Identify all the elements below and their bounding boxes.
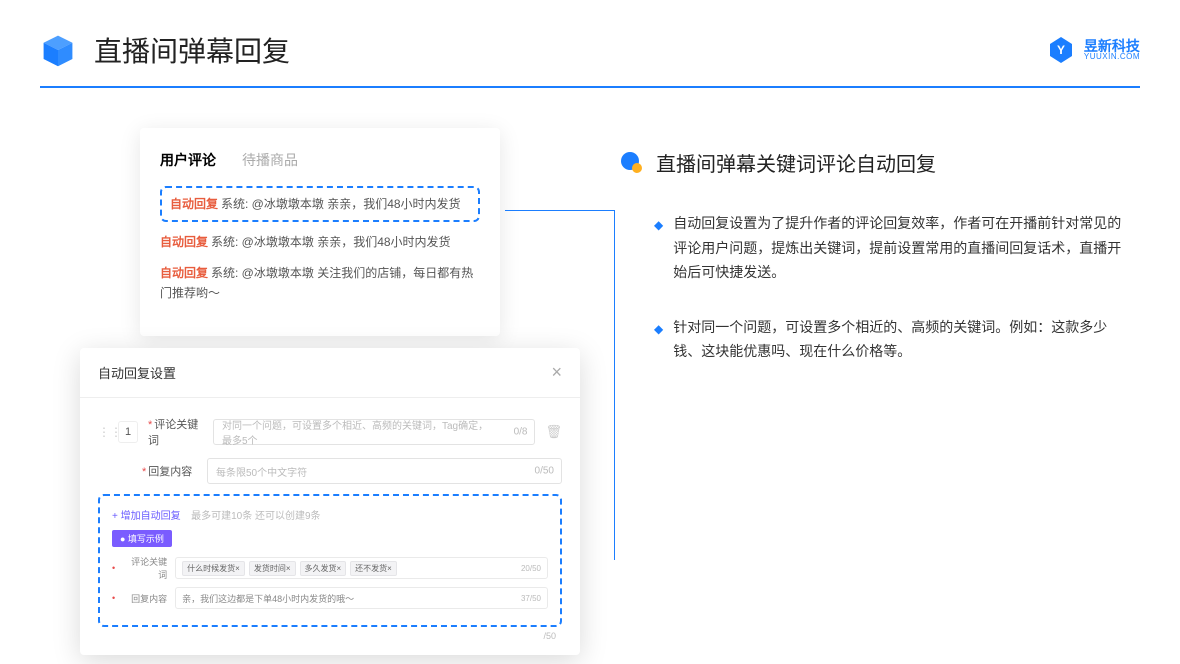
delete-icon[interactable]: 🗑 [545,424,562,440]
highlighted-comment: 自动回复系统: @冰墩墩本墩 亲亲，我们48小时内发货 [160,186,480,222]
content-field-wrap: 每条限50个中文字符 0/50 [207,458,562,484]
ex-ct-field[interactable]: 亲，我们这边都是下单48小时内发货的哦～ 37/50 [175,587,548,609]
ex-kw-counter: 20/50 [521,564,541,573]
add-hint: 最多可建10条 还可以创建9条 [191,511,320,522]
add-reply-row: + 增加自动回复 最多可建10条 还可以创建9条 [112,506,548,524]
keyword-counter: 0/8 [514,427,528,438]
tab-user-comments[interactable]: 用户评论 [160,150,216,170]
close-icon[interactable]: × [551,362,562,383]
comments-tabs: 用户评论 待播商品 [160,150,480,170]
bullet-item: ◆ 自动回复设置为了提升作者的评论回复效率，作者可在开播前针对常见的评论用户问题… [620,211,1130,285]
header-left: 直播间弹幕回复 [40,30,290,70]
auto-reply-tag: 自动回复 [170,197,218,211]
keyword-field-wrap: 对同一个问题，可设置多个相近、高频的关键词，Tag确定，最多5个 0/8 [213,419,535,445]
ex-kw-label: 评论关键词 [123,555,167,581]
comment-text: 系统: @冰墩墩本墩 亲亲，我们48小时内发货 [211,235,451,249]
main-content: 用户评论 待播商品 自动回复系统: @冰墩墩本墩 亲亲，我们48小时内发货 自动… [0,88,1180,394]
page-title: 直播间弹幕回复 [94,30,290,70]
bullet-item: ◆ 针对同一个问题，可设置多个相近的、高频的关键词。例如：这款多少钱、这块能优惠… [620,315,1130,364]
content-label: *回复内容 [142,463,197,479]
example-content-row: • 回复内容 亲，我们这边都是下单48小时内发货的哦～ 37/50 [112,587,548,609]
outer-counter: /50 [98,627,562,641]
brand-name-cn: 昱新科技 [1084,39,1140,53]
comment-row: 自动回复系统: @冰墩墩本墩 亲亲，我们48小时内发货 [170,194,470,214]
ex-tag[interactable]: 还不发货× [350,561,397,576]
logo-mark-icon: Y [1046,35,1076,65]
ex-tag[interactable]: 多久发货× [300,561,347,576]
section-head: 直播间弹幕关键词评论自动回复 [620,148,1130,177]
tab-pending-products[interactable]: 待播商品 [242,150,298,170]
right-column: 直播间弹幕关键词评论自动回复 ◆ 自动回复设置为了提升作者的评论回复效率，作者可… [620,128,1130,394]
brand-name-en: YUUXIN.COM [1084,53,1140,61]
example-badge: ● 填写示例 [112,530,172,547]
add-auto-reply-link[interactable]: + 增加自动回复 [112,511,181,522]
keyword-input[interactable]: 对同一个问题，可设置多个相近、高频的关键词，Tag确定，最多5个 [213,419,535,445]
ex-kw-field[interactable]: 什么时候发货× 发货时间× 多久发货× 还不发货× 20/50 [175,557,548,579]
comment-row: 自动回复系统: @冰墩墩本墩 亲亲，我们48小时内发货 [160,232,480,252]
svg-text:Y: Y [1057,43,1065,57]
drag-handle-icon[interactable]: ⋮⋮ [98,425,108,439]
brand-logo: Y 昱新科技 YUUXIN.COM [1046,35,1140,65]
ex-tag[interactable]: 什么时候发货× [182,561,245,576]
bullet-dot-icon: ◆ [654,215,663,285]
logo-text: 昱新科技 YUUXIN.COM [1084,39,1140,61]
chat-bubble-icon [620,151,644,175]
cube-icon [40,32,76,68]
settings-header: 自动回复设置 × [80,348,580,398]
auto-reply-tag: 自动回复 [160,266,208,280]
settings-title: 自动回复设置 [98,363,176,382]
ex-ct-counter: 37/50 [521,594,541,603]
comment-row: 自动回复系统: @冰墩墩本墩 关注我们的店铺，每日都有热门推荐哟～ [160,263,480,304]
example-highlight-box: + 增加自动回复 最多可建10条 还可以创建9条 ● 填写示例 • 评论关键词 … [98,494,562,627]
page-header: 直播间弹幕回复 Y 昱新科技 YUUXIN.COM [0,0,1180,70]
settings-body: ⋮⋮ 1 *评论关键词 对同一个问题，可设置多个相近、高频的关键词，Tag确定，… [80,398,580,655]
auto-reply-settings-panel: 自动回复设置 × ⋮⋮ 1 *评论关键词 对同一个问题，可设置多个相近、高频的关… [80,348,580,655]
section-title: 直播间弹幕关键词评论自动回复 [656,148,936,177]
row-number: 1 [118,421,138,443]
ex-tag[interactable]: 发货时间× [249,561,296,576]
ex-ct-label: 回复内容 [123,592,167,605]
content-form-row: *回复内容 每条限50个中文字符 0/50 [98,458,562,484]
comment-text: 系统: @冰墩墩本墩 亲亲，我们48小时内发货 [221,197,461,211]
bullet-dot-icon: ◆ [654,319,663,364]
bullet-text: 自动回复设置为了提升作者的评论回复效率，作者可在开播前针对常见的评论用户问题，提… [673,211,1130,285]
content-input[interactable]: 每条限50个中文字符 [207,458,562,484]
keyword-form-row: ⋮⋮ 1 *评论关键词 对同一个问题，可设置多个相近、高频的关键词，Tag确定，… [98,416,562,448]
keyword-label: *评论关键词 [148,416,203,448]
example-keyword-row: • 评论关键词 什么时候发货× 发货时间× 多久发货× 还不发货× 20/50 [112,555,548,581]
comments-panel: 用户评论 待播商品 自动回复系统: @冰墩墩本墩 亲亲，我们48小时内发货 自动… [140,128,500,336]
left-column: 用户评论 待播商品 自动回复系统: @冰墩墩本墩 亲亲，我们48小时内发货 自动… [120,128,560,394]
ex-ct-text: 亲，我们这边都是下单48小时内发货的哦～ [182,592,354,605]
content-counter: 0/50 [535,466,554,477]
auto-reply-tag: 自动回复 [160,235,208,249]
bullet-text: 针对同一个问题，可设置多个相近的、高频的关键词。例如：这款多少钱、这块能优惠吗、… [673,315,1130,364]
